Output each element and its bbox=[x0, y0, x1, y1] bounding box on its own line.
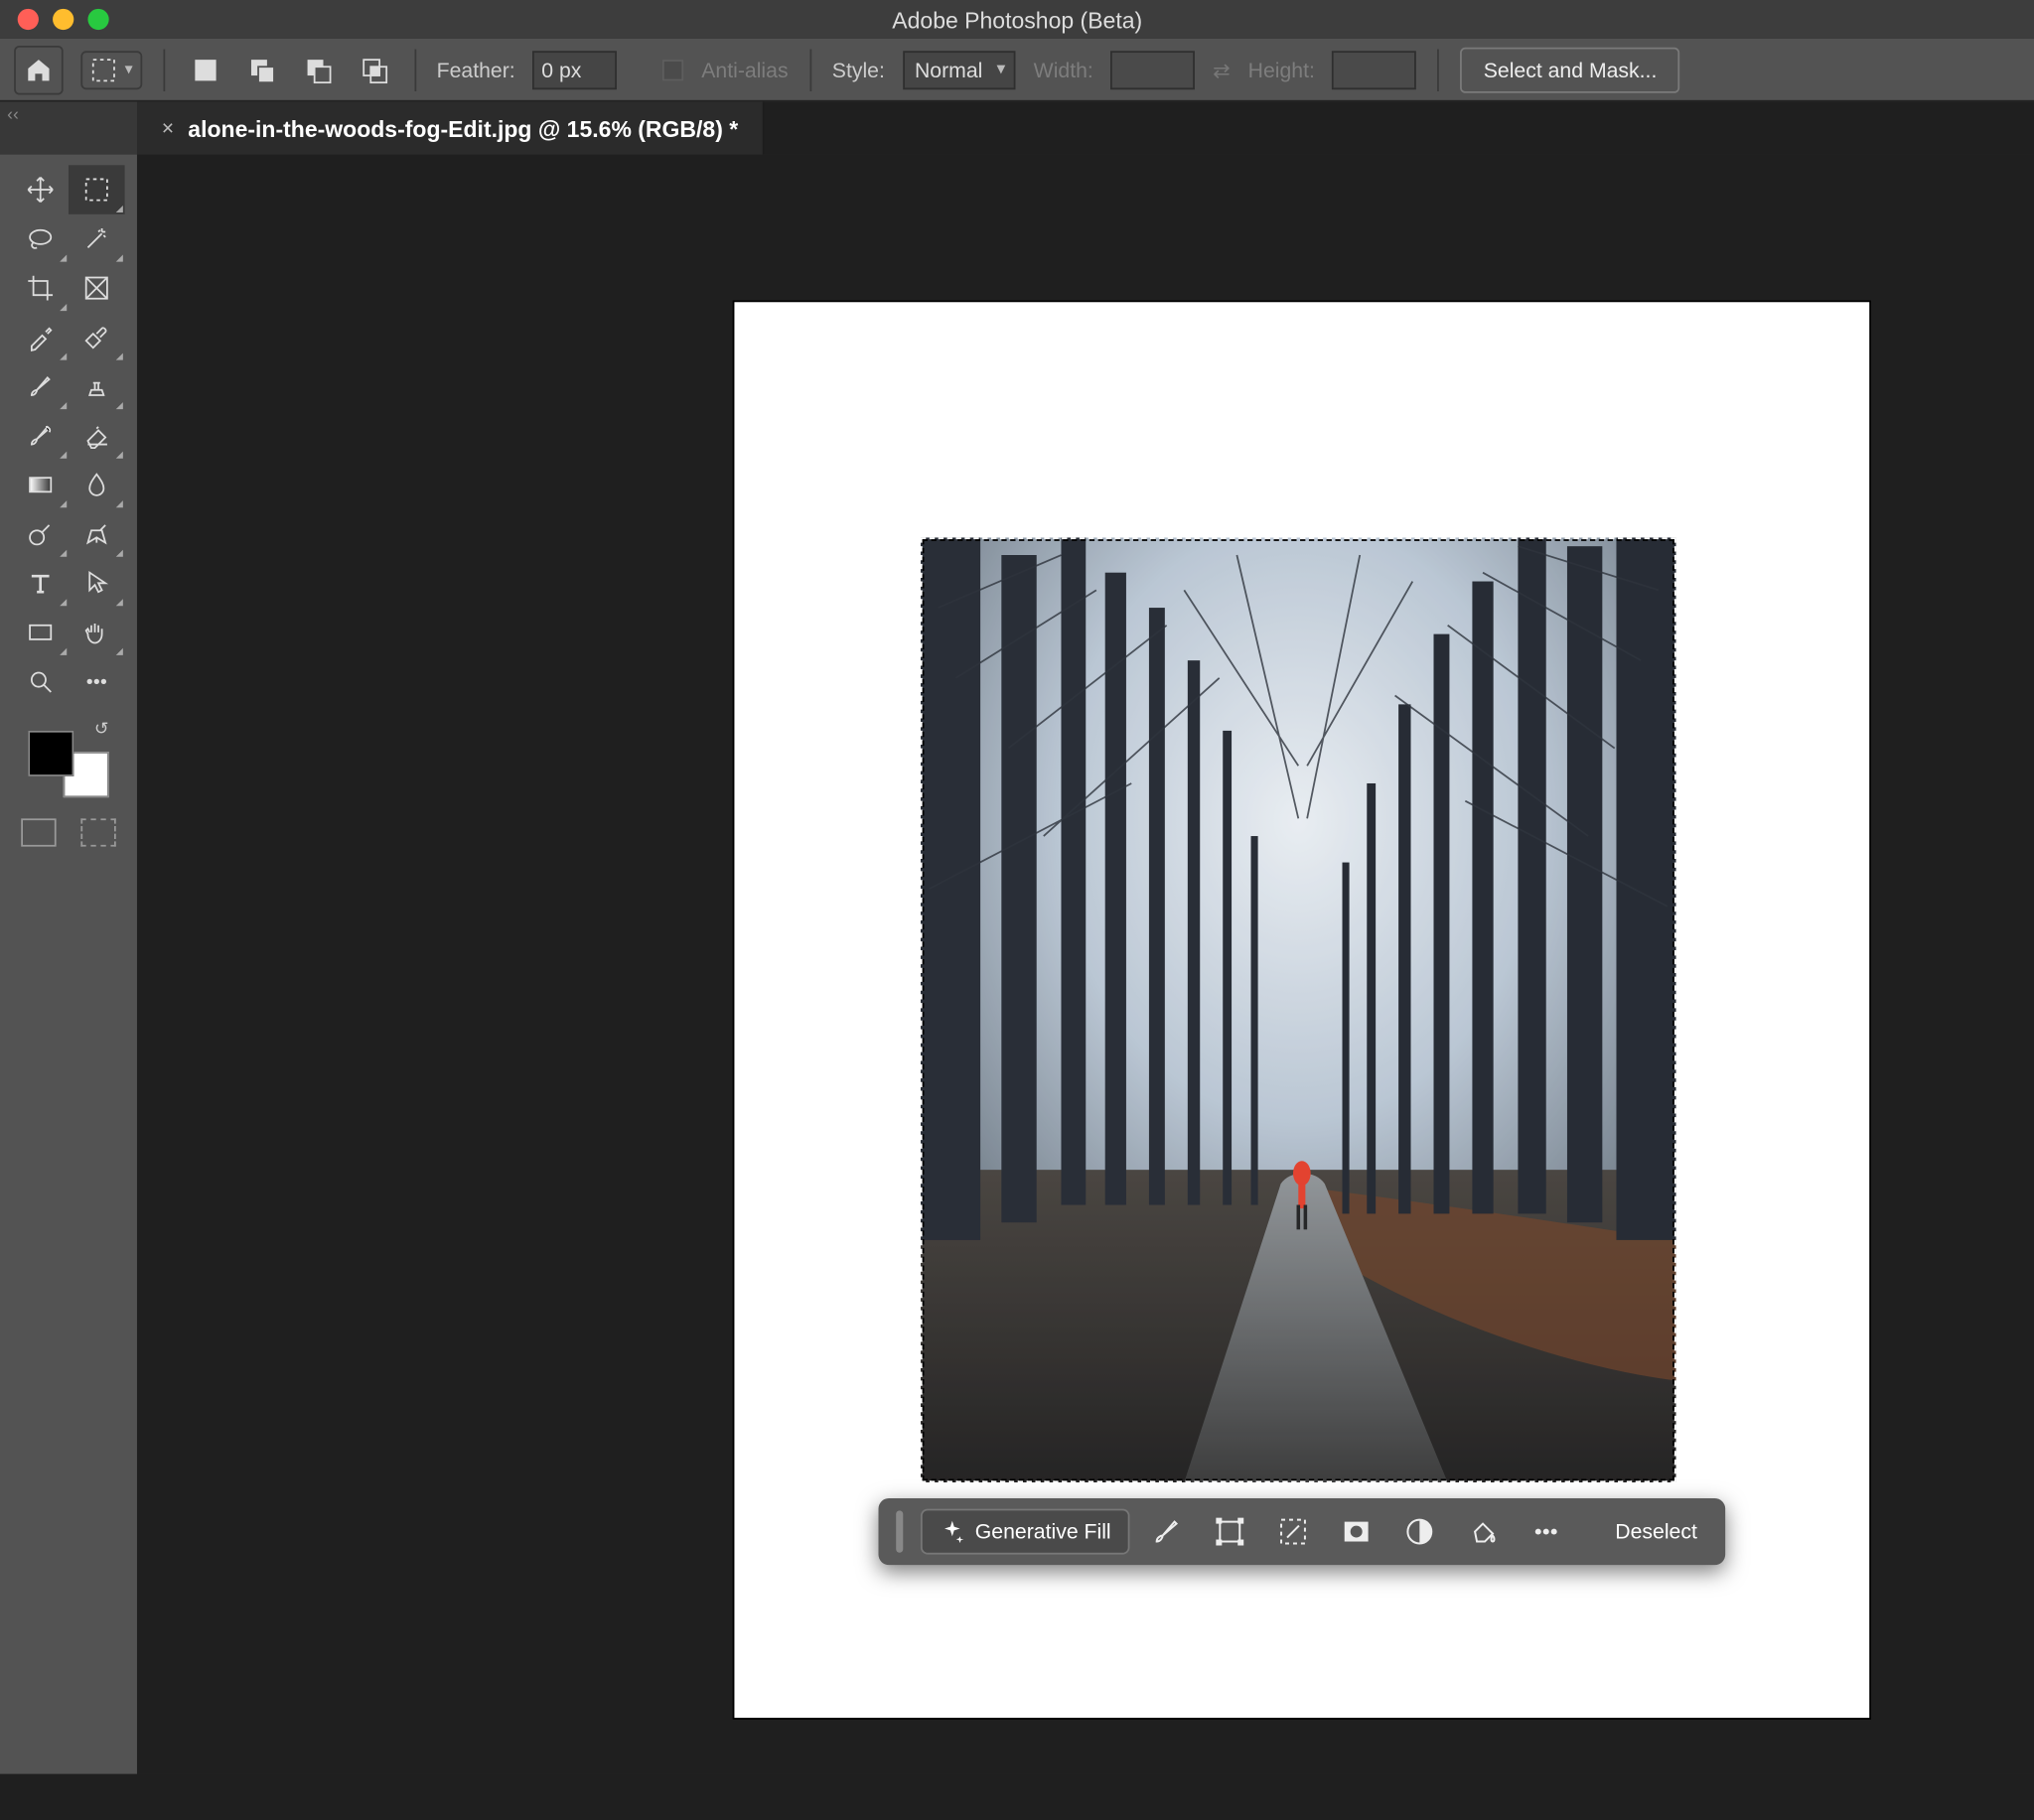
intersect-selection-button[interactable] bbox=[355, 50, 393, 88]
eyedropper-tool[interactable] bbox=[12, 313, 69, 362]
lasso-tool[interactable] bbox=[12, 214, 69, 264]
adjustment-icon[interactable] bbox=[1393, 1505, 1446, 1558]
clone-stamp-tool[interactable] bbox=[69, 361, 125, 411]
contextual-taskbar[interactable]: Generative Fill Deselect bbox=[879, 1498, 1726, 1565]
path-selection-tool[interactable] bbox=[69, 559, 125, 609]
width-label: Width: bbox=[1034, 57, 1093, 81]
current-tool-preset[interactable]: ▾ bbox=[80, 50, 141, 88]
more-options-icon[interactable] bbox=[1521, 1505, 1573, 1558]
document-tab[interactable]: × alone-in-the-woods-fog-Edit.jpg @ 15.6… bbox=[137, 102, 765, 155]
options-bar: ▾ Feather: Anti-alias Style: Normal Widt… bbox=[0, 39, 2034, 102]
generative-fill-button[interactable]: Generative Fill bbox=[921, 1509, 1130, 1555]
window-controls bbox=[0, 9, 109, 30]
move-tool[interactable] bbox=[12, 165, 69, 214]
brush-select-icon[interactable] bbox=[1141, 1505, 1194, 1558]
chevron-down-icon: ▾ bbox=[125, 60, 133, 78]
crop-tool[interactable] bbox=[12, 263, 69, 313]
style-select[interactable]: Normal bbox=[903, 50, 1016, 88]
feather-label: Feather: bbox=[437, 57, 515, 81]
panel-collapse-handle[interactable]: ‹‹ bbox=[0, 102, 137, 155]
zoom-tool[interactable] bbox=[12, 657, 69, 707]
drag-handle-icon[interactable] bbox=[896, 1510, 903, 1552]
sparkle-icon bbox=[940, 1519, 964, 1544]
brush-tool[interactable] bbox=[12, 361, 69, 411]
fill-icon[interactable] bbox=[1457, 1505, 1510, 1558]
app-title: Adobe Photoshop (Beta) bbox=[0, 6, 2034, 33]
healing-tool[interactable] bbox=[69, 313, 125, 362]
quick-mask-button[interactable] bbox=[80, 818, 115, 846]
image-layer bbox=[921, 537, 1676, 1482]
foreground-color[interactable] bbox=[28, 731, 73, 776]
canvas-area[interactable]: Generative Fill Deselect bbox=[137, 155, 2034, 1774]
type-tool[interactable] bbox=[12, 559, 69, 609]
zoom-window-button[interactable] bbox=[87, 9, 108, 30]
subtract-from-selection-button[interactable] bbox=[298, 50, 337, 88]
rectangle-shape-tool[interactable] bbox=[12, 608, 69, 657]
feather-input[interactable] bbox=[532, 50, 617, 88]
generative-fill-label: Generative Fill bbox=[975, 1519, 1111, 1544]
home-button[interactable] bbox=[14, 45, 64, 94]
document-tab-label: alone-in-the-woods-fog-Edit.jpg @ 15.6% … bbox=[188, 115, 738, 142]
hand-tool[interactable] bbox=[69, 608, 125, 657]
history-brush-tool[interactable] bbox=[12, 411, 69, 461]
dodge-tool[interactable] bbox=[12, 509, 69, 559]
style-value: Normal bbox=[915, 57, 982, 81]
close-tab-icon[interactable]: × bbox=[162, 116, 174, 141]
style-label: Style: bbox=[832, 57, 885, 81]
height-label: Height: bbox=[1248, 57, 1315, 81]
magic-wand-tool[interactable] bbox=[69, 214, 125, 264]
modify-selection-icon[interactable] bbox=[1267, 1505, 1320, 1558]
standard-mode-button[interactable] bbox=[21, 818, 56, 846]
eraser-tool[interactable] bbox=[69, 411, 125, 461]
width-input bbox=[1111, 50, 1196, 88]
titlebar: Adobe Photoshop (Beta) bbox=[0, 0, 2034, 39]
deselect-button[interactable]: Deselect bbox=[1605, 1512, 1708, 1551]
gradient-tool[interactable] bbox=[12, 460, 69, 509]
document-tab-bar: ‹‹ × alone-in-the-woods-fog-Edit.jpg @ 1… bbox=[0, 102, 2034, 155]
blur-tool[interactable] bbox=[69, 460, 125, 509]
close-window-button[interactable] bbox=[18, 9, 39, 30]
toolbox: ↺ bbox=[0, 155, 137, 1774]
edit-toolbar-button[interactable] bbox=[69, 657, 125, 707]
select-and-mask-button[interactable]: Select and Mask... bbox=[1461, 47, 1680, 92]
frame-tool[interactable] bbox=[69, 263, 125, 313]
add-to-selection-button[interactable] bbox=[241, 50, 280, 88]
pen-tool[interactable] bbox=[69, 509, 125, 559]
rect-marquee-tool[interactable] bbox=[69, 165, 125, 214]
transform-selection-icon[interactable] bbox=[1204, 1505, 1256, 1558]
antialias-checkbox bbox=[662, 59, 683, 79]
create-mask-icon[interactable] bbox=[1331, 1505, 1383, 1558]
swap-colors-icon[interactable]: ↺ bbox=[94, 720, 109, 739]
antialias-label: Anti-alias bbox=[701, 57, 788, 81]
minimize-window-button[interactable] bbox=[53, 9, 73, 30]
color-swatches[interactable]: ↺ bbox=[28, 720, 108, 797]
new-selection-button[interactable] bbox=[186, 50, 224, 88]
swap-dimensions-icon: ⇄ bbox=[1213, 57, 1231, 81]
height-input bbox=[1333, 50, 1417, 88]
